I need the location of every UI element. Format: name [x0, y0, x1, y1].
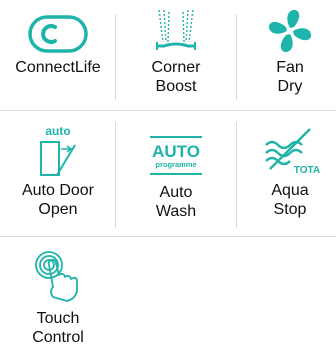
- feature-label: Corner Boost: [151, 59, 201, 95]
- feature-corner-boost: Corner Boost: [120, 0, 232, 96]
- auto-door-icon-text: auto: [45, 124, 70, 138]
- feature-label: Touch Control: [32, 310, 84, 346]
- feature-label: Auto Door Open: [21, 182, 95, 218]
- connectlife-icon: [2, 0, 114, 54]
- aqua-stop-icon-text: TOTAL: [294, 165, 320, 176]
- fan-icon: [234, 0, 336, 54]
- auto-wash-icon: AUTO programme: [120, 121, 232, 177]
- feature-label: Auto Wash: [155, 184, 197, 220]
- feature-touch-control: Touch Control: [2, 249, 114, 347]
- feature-connectlife: ConnectLife: [2, 0, 114, 77]
- feature-auto-wash: AUTO programme Auto Wash: [120, 121, 232, 221]
- corner-boost-icon: [120, 0, 232, 54]
- aqua-stop-icon: TOTAL: [234, 121, 336, 177]
- divider-horizontal-1: [0, 110, 336, 111]
- feature-fan-dry: Fan Dry: [234, 0, 336, 96]
- divider-vertical-3: [115, 122, 116, 228]
- feature-label: ConnectLife: [15, 59, 101, 76]
- touch-control-icon: [2, 249, 114, 305]
- auto-door-icon: auto: [2, 121, 114, 177]
- divider-horizontal-2: [0, 236, 336, 237]
- auto-wash-icon-text: AUTO: [152, 142, 200, 161]
- feature-label: Aqua Stop: [271, 182, 309, 218]
- feature-auto-door-open: auto Auto Door Open: [2, 121, 114, 219]
- feature-aqua-stop: TOTAL Aqua Stop: [234, 121, 336, 219]
- auto-wash-icon-subtext: programme: [155, 160, 196, 169]
- divider-vertical-1: [115, 14, 116, 100]
- feature-label: Fan Dry: [276, 59, 304, 95]
